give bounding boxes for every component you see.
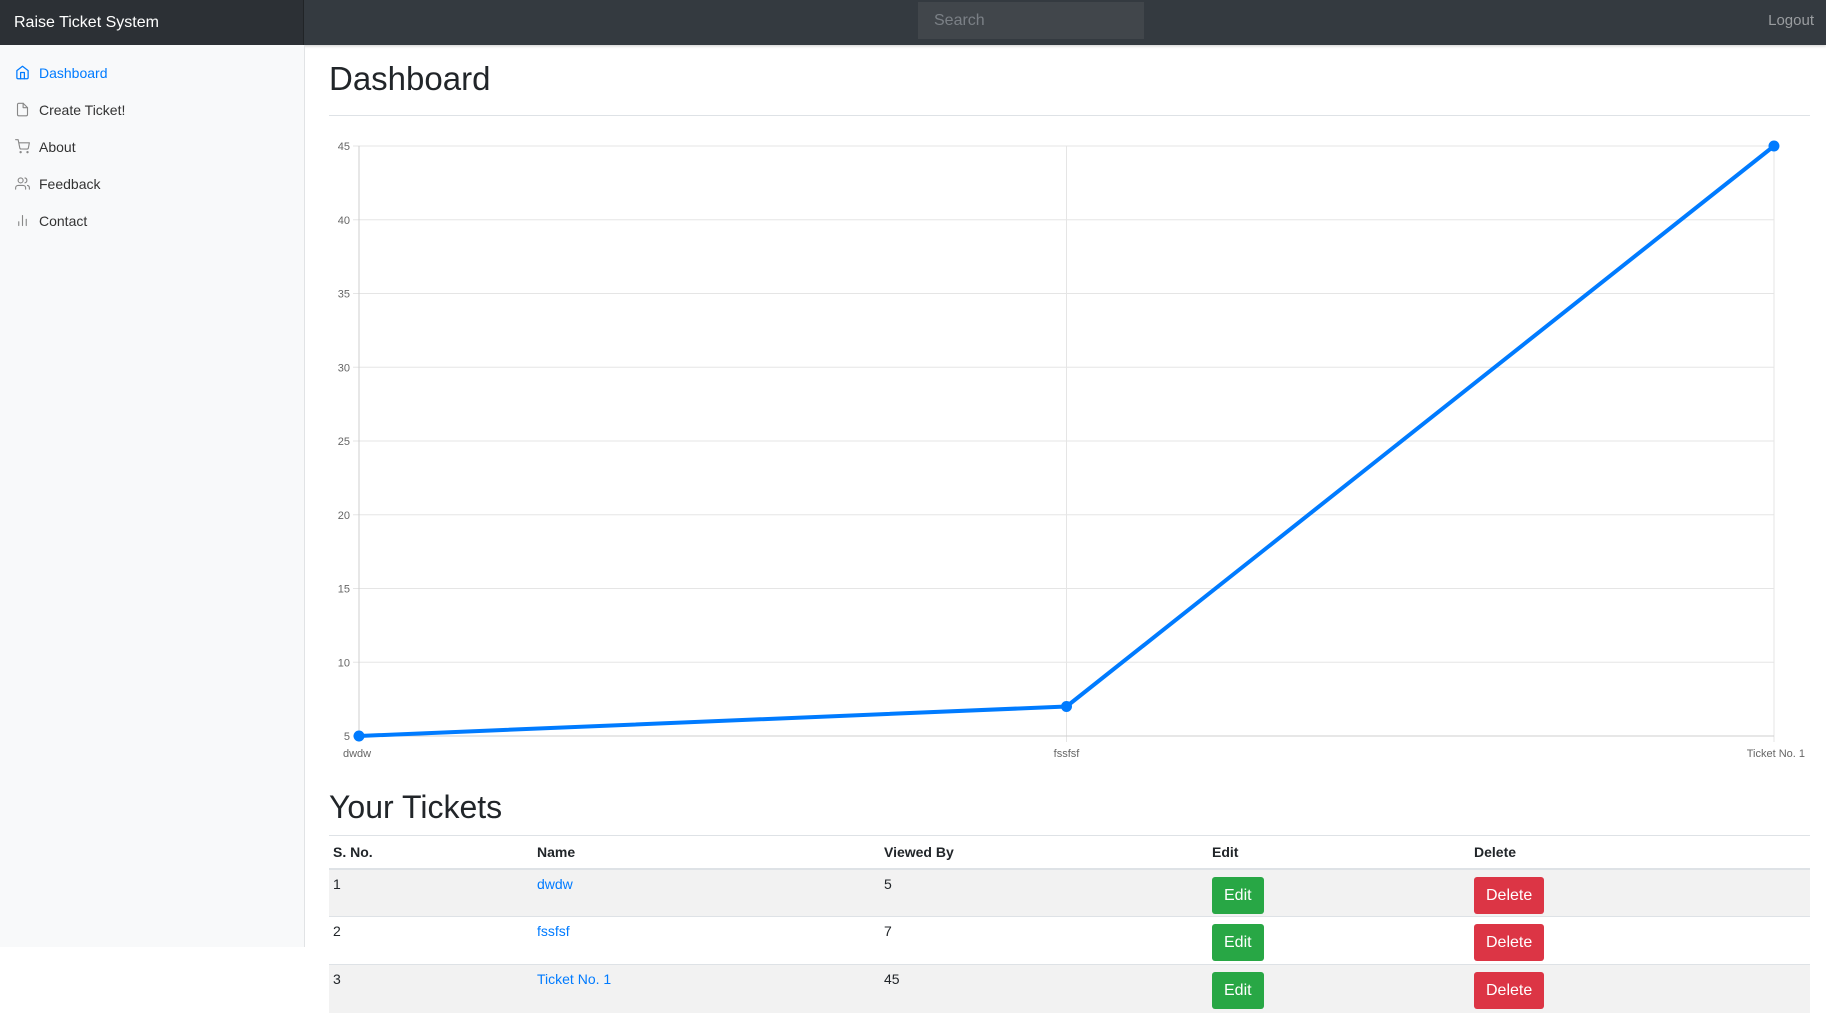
- cell-sno: 1: [329, 868, 533, 917]
- sidebar-item-label: Contact: [39, 212, 88, 229]
- brand-logo[interactable]: Raise Ticket System: [0, 0, 304, 45]
- x-tick-label: dwdw: [343, 748, 371, 760]
- y-tick-label: 5: [344, 731, 350, 743]
- cell-sno: 3: [329, 964, 533, 1013]
- data-point: [1061, 701, 1072, 712]
- sidebar-item-label: About: [39, 138, 76, 155]
- table-row: 3 Ticket No. 1 45 Edit Delete: [329, 964, 1810, 1013]
- search-input[interactable]: [918, 2, 1144, 39]
- ticket-name-link[interactable]: dwdw: [537, 876, 573, 892]
- sidebar-item-dashboard[interactable]: Dashboard: [0, 54, 304, 91]
- sidebar-item-label: Create Ticket!: [39, 101, 126, 118]
- table-header-row: S. No. Name Viewed By Edit Delete: [329, 835, 1810, 870]
- header-name: Name: [533, 835, 880, 870]
- users-icon: [15, 177, 30, 190]
- edit-button[interactable]: Edit: [1212, 924, 1264, 961]
- tickets-table: S. No. Name Viewed By Edit Delete 1 dwdw…: [329, 835, 1810, 1013]
- delete-button[interactable]: Delete: [1474, 924, 1545, 961]
- data-point: [1768, 140, 1780, 152]
- cell-viewed-by: 45: [880, 964, 1208, 1013]
- delete-button[interactable]: Delete: [1474, 972, 1545, 1009]
- delete-button[interactable]: Delete: [1474, 876, 1545, 914]
- edit-button[interactable]: Edit: [1212, 972, 1264, 1009]
- tickets-section-title: Your Tickets: [329, 789, 503, 825]
- ticket-name-link[interactable]: fssfsf: [537, 923, 570, 939]
- page-title: Dashboard: [329, 60, 491, 97]
- sidebar-item-label: Feedback: [39, 175, 101, 192]
- y-tick-label: 20: [338, 510, 350, 522]
- ticket-name-link[interactable]: Ticket No. 1: [537, 971, 611, 987]
- cell-viewed-by: 5: [880, 868, 1208, 917]
- y-tick-label: 15: [338, 584, 350, 596]
- home-icon: [16, 65, 29, 80]
- sidebar-item-feedback[interactable]: Feedback: [0, 165, 304, 202]
- divider: [329, 115, 1810, 116]
- edit-button[interactable]: Edit: [1212, 876, 1264, 914]
- cell-sno: 2: [329, 916, 533, 965]
- header-delete: Delete: [1470, 835, 1810, 870]
- x-tick-label: fssfsf: [1054, 748, 1081, 760]
- sidebar: Dashboard Create Ticket! About Feedback …: [0, 45, 305, 947]
- table-row: 2 fssfsf 7 Edit Delete: [329, 916, 1810, 965]
- y-tick-label: 30: [338, 362, 350, 374]
- sidebar-item-create-ticket[interactable]: Create Ticket!: [0, 91, 304, 128]
- top-navbar: Raise Ticket System Logout: [0, 0, 1826, 45]
- cart-icon: [15, 139, 30, 154]
- sidebar-item-about[interactable]: About: [0, 128, 304, 165]
- y-tick-label: 40: [338, 215, 350, 227]
- y-tick-label: 25: [338, 436, 350, 448]
- data-point: [353, 730, 365, 742]
- bar-chart-icon: [18, 214, 27, 227]
- y-tick-label: 10: [338, 657, 350, 669]
- y-tick-label: 35: [338, 289, 350, 301]
- y-tick-label: 45: [338, 141, 350, 153]
- sidebar-item-label: Dashboard: [39, 64, 108, 81]
- header-viewed-by: Viewed By: [880, 835, 1208, 870]
- tickets-line-chart: 5 10 15 20 25 30 35 40 45 dwdw fssfsf Ticket No. 1: [338, 140, 1805, 760]
- x-tick-label: Ticket No. 1: [1747, 748, 1805, 760]
- header-sno: S. No.: [329, 835, 533, 870]
- sidebar-item-contact[interactable]: Contact: [0, 202, 304, 239]
- file-icon: [16, 102, 29, 117]
- table-row: 1 dwdw 5 Edit Delete: [329, 868, 1810, 917]
- header-edit: Edit: [1208, 835, 1470, 870]
- logout-link[interactable]: Logout: [1768, 0, 1814, 42]
- cell-viewed-by: 7: [880, 916, 1208, 965]
